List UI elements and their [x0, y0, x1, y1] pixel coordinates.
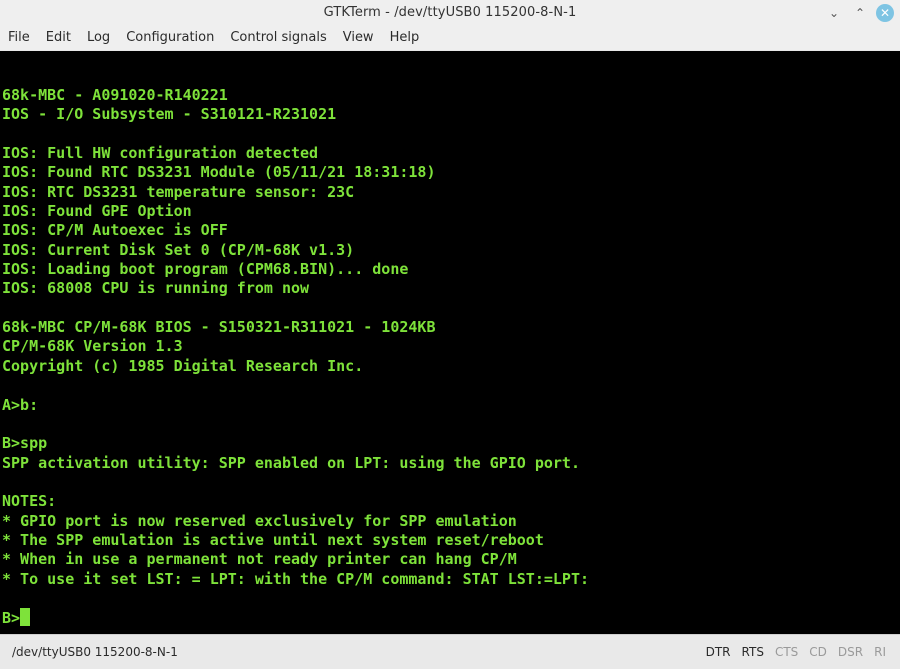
terminal-prompt-line: B>: [2, 608, 589, 627]
menu-help[interactable]: Help: [382, 25, 428, 50]
terminal-line: IOS: 68008 CPU is running from now: [2, 279, 310, 298]
menu-control-signals[interactable]: Control signals: [222, 25, 334, 50]
title-bar[interactable]: GTKTerm - /dev/ttyUSB0 115200-8-N-1 ⌄ ⌃ …: [0, 0, 900, 25]
terminal-line: B>spp: [2, 434, 48, 453]
menu-bar: File Edit Log Configuration Control sign…: [0, 25, 900, 50]
terminal-line: IOS: Current Disk Set 0 (CP/M-68K v1.3): [2, 240, 355, 259]
terminal-line: IOS: Found GPE Option: [2, 202, 192, 221]
terminal-line: * The SPP emulation is active until next…: [2, 530, 544, 549]
terminal-line: IOS: Found RTC DS3231 Module (05/11/21 1…: [2, 163, 436, 182]
terminal-line: A>b:: [2, 395, 39, 414]
port-status: /dev/ttyUSB0 115200-8-N-1: [12, 645, 178, 659]
menu-edit[interactable]: Edit: [38, 25, 79, 50]
terminal-line: Copyright (c) 1985 Digital Research Inc.: [2, 356, 364, 375]
signal-dsr: DSR: [837, 645, 864, 659]
signal-ri: RI: [874, 645, 886, 659]
maximize-icon[interactable]: ⌃: [850, 3, 870, 23]
terminal-cursor: [20, 608, 31, 627]
menu-configuration[interactable]: Configuration: [118, 25, 222, 50]
terminal-line: 68k-MBC CP/M-68K BIOS - S150321-R311021 …: [2, 318, 436, 337]
close-icon[interactable]: ✕: [876, 4, 894, 22]
terminal-line: IOS: CP/M Autoexec is OFF: [2, 221, 228, 240]
menu-view[interactable]: View: [335, 25, 382, 50]
terminal-line: * GPIO port is now reserved exclusively …: [2, 511, 517, 530]
terminal-line: * To use it set LST: = LPT: with the CP/…: [2, 569, 589, 588]
window-title: GTKTerm - /dev/ttyUSB0 115200-8-N-1: [323, 5, 577, 20]
terminal-output[interactable]: 68k-MBC - A091020-R140221 IOS - I/O Subsy…: [0, 51, 900, 634]
terminal-line: * When in use a permanent not ready prin…: [2, 550, 517, 569]
terminal-line: 68k-MBC - A091020-R140221: [2, 86, 228, 104]
minimize-icon[interactable]: ⌄: [824, 3, 844, 23]
terminal-prompt: B>: [2, 609, 21, 628]
status-bar: /dev/ttyUSB0 115200-8-N-1 DTR RTS CTS CD DSR…: [0, 634, 900, 669]
terminal-line: NOTES:: [2, 492, 57, 511]
signal-rts: RTS: [741, 645, 764, 659]
control-signals-status: DTR RTS CTS CD DSR RI: [706, 645, 886, 659]
terminal-line: IOS - I/O Subsystem - S310121-R231021: [2, 105, 337, 124]
signal-dtr: DTR: [705, 645, 731, 659]
signal-cd: CD: [809, 645, 827, 659]
terminal-lines: 68k-MBC - A091020-R140221 IOS - I/O Subsy…: [2, 86, 589, 628]
terminal-line: IOS: RTC DS3231 temperature sensor: 23C: [2, 182, 355, 201]
terminal-line: SPP activation utility: SPP enabled on L…: [2, 453, 580, 472]
terminal-line: IOS: Full HW configuration detected: [2, 144, 319, 163]
menu-file[interactable]: File: [0, 25, 38, 50]
window-controls: ⌄ ⌃ ✕: [824, 3, 894, 23]
terminal-line: CP/M-68K Version 1.3: [2, 337, 183, 356]
signal-cts: CTS: [774, 645, 799, 659]
menu-log[interactable]: Log: [79, 25, 118, 50]
terminal-line: IOS: Loading boot program (CPM68.BIN)...…: [2, 260, 409, 279]
